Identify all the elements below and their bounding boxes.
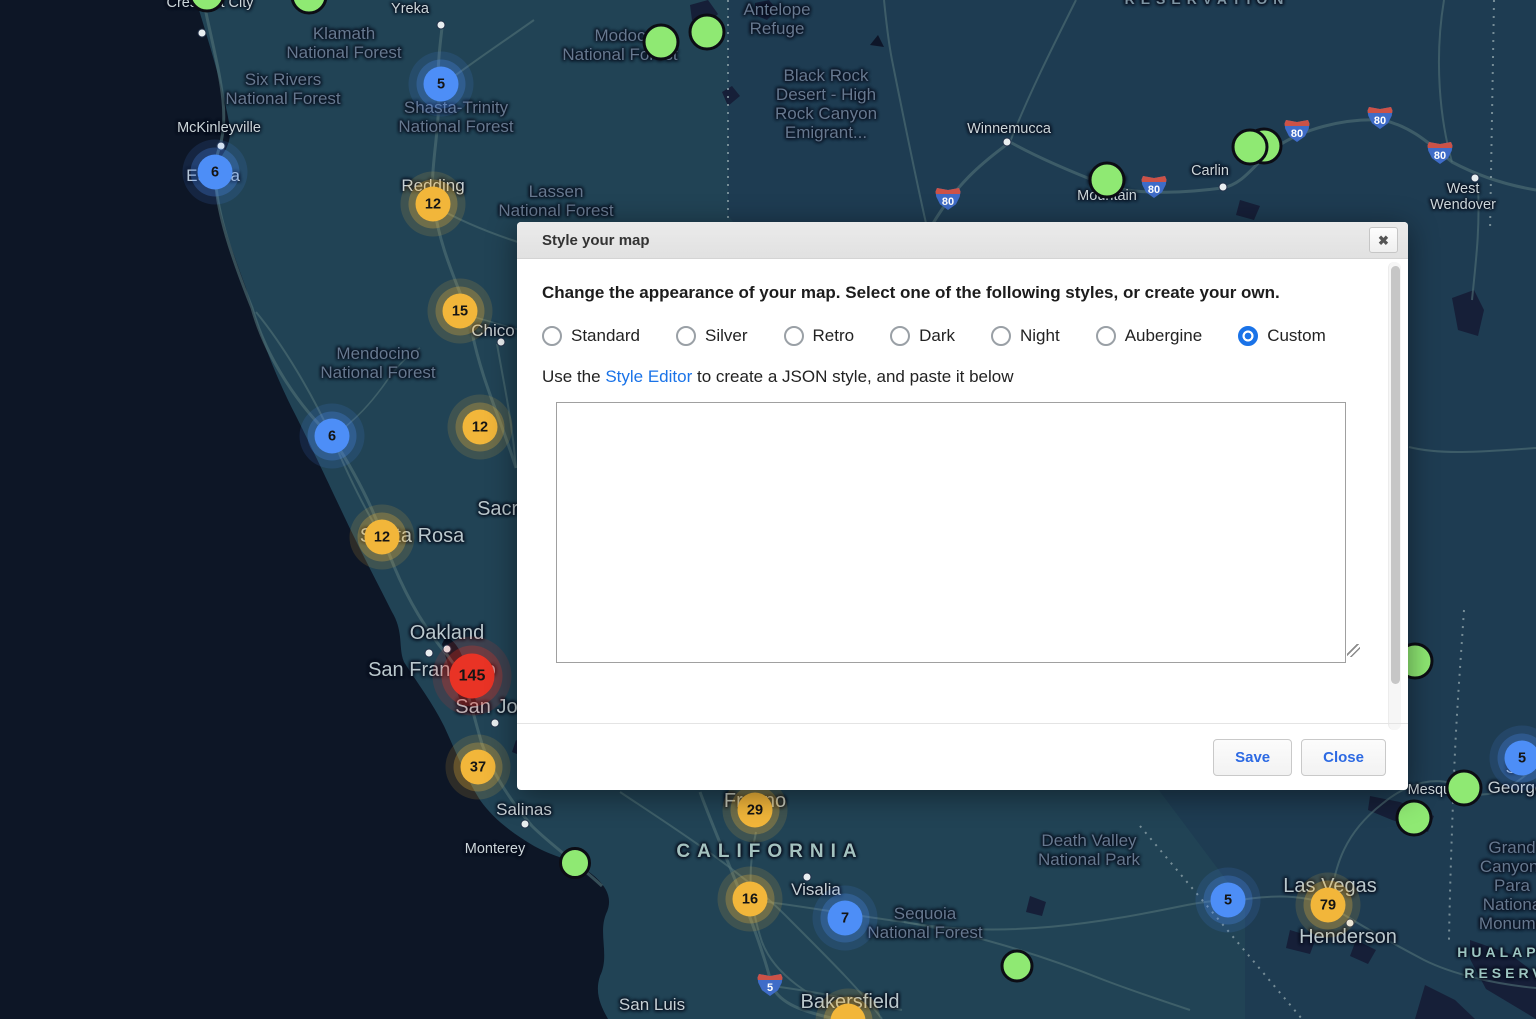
cluster-marker[interactable]: 7 xyxy=(827,900,863,936)
cluster-count: 7 xyxy=(840,910,850,926)
cluster-count: 6 xyxy=(210,164,220,180)
town-dot xyxy=(1218,182,1228,192)
cluster-marker[interactable]: 5 xyxy=(1504,740,1536,776)
green-marker[interactable] xyxy=(1000,949,1034,983)
cluster-count: 15 xyxy=(451,303,469,319)
style-radio-dark[interactable]: Dark xyxy=(890,326,955,346)
town-dot xyxy=(216,141,226,151)
dialog-scrollbar-thumb[interactable] xyxy=(1390,266,1400,684)
map-canvas[interactable]: Crescent City Yreka Klamath National For… xyxy=(0,0,1536,1019)
dialog-scrollbar-track xyxy=(1388,262,1401,730)
cluster-count: 37 xyxy=(469,759,487,775)
cluster-marker[interactable]: 79 xyxy=(1310,887,1346,923)
cluster-marker[interactable]: 16 xyxy=(732,881,768,917)
town-dot xyxy=(436,20,446,30)
hint-text: to create a JSON style, and paste it bel… xyxy=(692,367,1014,386)
radio-label: Custom xyxy=(1267,326,1326,345)
town-dot xyxy=(520,819,530,829)
style-radio-silver[interactable]: Silver xyxy=(676,326,748,346)
cluster-marker[interactable]: 145 xyxy=(449,653,495,699)
radio-icon xyxy=(1095,326,1116,346)
cluster-marker[interactable]: 29 xyxy=(737,792,773,828)
style-radio-night[interactable]: Night xyxy=(991,326,1060,346)
hint-text: Use the xyxy=(542,367,606,386)
radio-icon xyxy=(542,326,562,346)
green-marker[interactable] xyxy=(1088,161,1126,199)
cluster-marker[interactable]: 6 xyxy=(314,418,350,454)
green-marker[interactable] xyxy=(1445,769,1483,807)
green-marker[interactable] xyxy=(642,23,680,61)
cluster-count: 5 xyxy=(1517,750,1527,766)
dialog-description: Change the appearance of your map. Selec… xyxy=(542,283,1280,302)
town-dot xyxy=(1345,918,1355,928)
town-dot xyxy=(424,648,434,658)
radio-label: Night xyxy=(1020,326,1060,345)
cluster-count: 12 xyxy=(471,419,489,435)
town-dot xyxy=(1002,137,1012,147)
green-marker[interactable] xyxy=(1231,128,1269,166)
radio-label: Dark xyxy=(919,326,955,345)
green-marker[interactable] xyxy=(688,13,726,51)
json-style-textarea[interactable] xyxy=(556,402,1346,663)
cluster-count: 6 xyxy=(327,428,337,444)
style-radio-retro[interactable]: Retro xyxy=(783,326,855,346)
cluster-count: 79 xyxy=(1319,897,1337,913)
town-dot xyxy=(496,337,506,347)
green-marker[interactable] xyxy=(1395,799,1433,837)
radio-label: Retro xyxy=(812,326,855,345)
cluster-marker[interactable]: 12 xyxy=(364,519,400,555)
style-options: Standard Silver Retro Dark Night Aubergi… xyxy=(542,326,1368,346)
editor-hint: Use the Style Editor to create a JSON st… xyxy=(542,367,1368,387)
cluster-count: 29 xyxy=(746,802,764,818)
dialog-title: Style your map xyxy=(542,231,650,249)
cluster-count: 16 xyxy=(741,891,759,907)
save-button[interactable]: Save xyxy=(1213,738,1293,776)
cluster-marker[interactable]: 5 xyxy=(1210,882,1246,918)
style-radio-aubergine[interactable]: Aubergine xyxy=(1095,326,1203,346)
town-dot xyxy=(1470,173,1480,183)
cluster-marker[interactable]: 37 xyxy=(460,749,496,785)
style-your-map-dialog: Style your map ✖ Change the appearance o… xyxy=(517,222,1408,790)
radio-label: Aubergine xyxy=(1124,326,1203,345)
dialog-footer: Save Close xyxy=(517,723,1408,790)
town-dot xyxy=(442,644,452,654)
cluster-marker[interactable]: 12 xyxy=(462,409,498,445)
radio-icon xyxy=(783,326,804,346)
town-dot xyxy=(490,718,500,728)
green-marker[interactable] xyxy=(559,847,591,879)
radio-label: Standard xyxy=(571,326,640,345)
cluster-count: 12 xyxy=(424,196,442,212)
radio-icon xyxy=(991,326,1011,346)
town-dot xyxy=(197,28,207,38)
radio-icon xyxy=(1238,326,1259,346)
cluster-count: 12 xyxy=(373,529,391,545)
textarea-resize-handle[interactable] xyxy=(1347,644,1360,657)
cluster-count: 145 xyxy=(458,667,486,684)
cluster-marker[interactable]: 5 xyxy=(423,66,459,102)
cluster-marker[interactable]: 6 xyxy=(197,154,233,190)
cluster-count: 5 xyxy=(1223,892,1233,908)
cluster-count: 5 xyxy=(436,76,446,92)
close-icon[interactable]: ✖ xyxy=(1369,227,1398,253)
style-radio-standard[interactable]: Standard xyxy=(542,326,640,346)
style-radio-custom[interactable]: Custom xyxy=(1238,326,1326,346)
style-editor-link[interactable]: Style Editor xyxy=(605,367,692,386)
dialog-header: Style your map ✖ xyxy=(517,222,1408,259)
dialog-body: Change the appearance of your map. Selec… xyxy=(517,259,1408,663)
radio-icon xyxy=(676,326,696,346)
town-dot xyxy=(802,872,812,882)
cluster-marker[interactable]: 15 xyxy=(442,293,478,329)
radio-label: Silver xyxy=(705,326,748,345)
cluster-marker[interactable]: 12 xyxy=(415,186,451,222)
radio-icon xyxy=(890,326,911,346)
close-button[interactable]: Close xyxy=(1301,738,1386,776)
